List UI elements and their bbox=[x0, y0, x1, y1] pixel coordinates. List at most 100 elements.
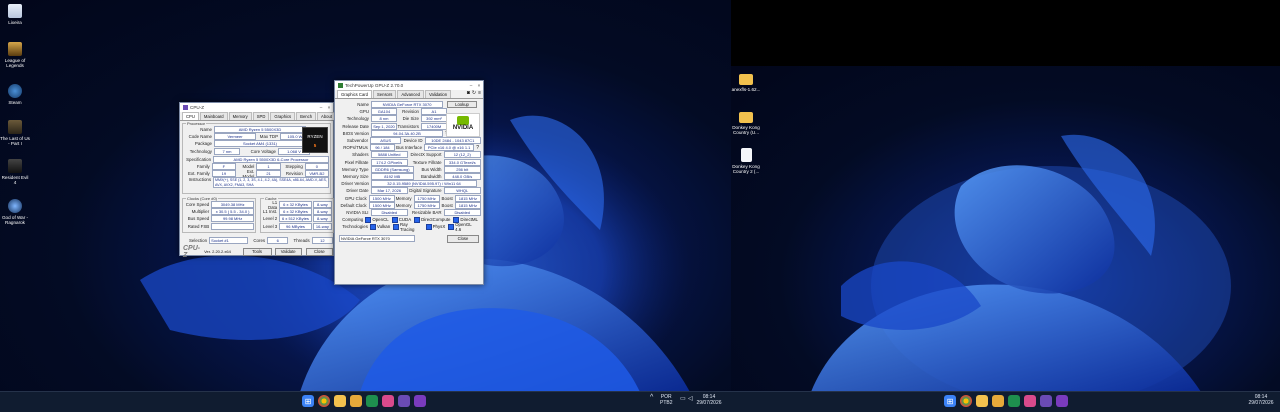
folder-icon bbox=[739, 112, 753, 123]
start-icon[interactable]: ⊞ bbox=[944, 395, 956, 407]
cpuz-titlebar[interactable]: CPU-Z – × bbox=[180, 103, 333, 112]
desktop-icon[interactable]: Lixeira bbox=[0, 4, 30, 25]
desktop-icon-label: Steam bbox=[8, 100, 22, 105]
desktop-icon[interactable]: Donkey Kong Country 2 (... bbox=[731, 148, 761, 174]
resident-evil-4-icon bbox=[8, 159, 22, 173]
revision-value: A1 bbox=[421, 108, 447, 116]
memory-label: Memory bbox=[395, 202, 412, 208]
file-explorer-icon[interactable] bbox=[976, 395, 988, 407]
desktop-icon[interactable]: anexfls-1.62... bbox=[731, 72, 761, 92]
cpuz-brand: CPU-Z bbox=[183, 244, 201, 259]
desktop-icon-label: Donkey Kong Country 2 (... bbox=[732, 164, 760, 174]
tab-mainboard[interactable]: Mainboard bbox=[199, 112, 228, 120]
volume-icon[interactable]: ◁ bbox=[688, 396, 693, 402]
desktop-icon[interactable]: God of War - Ragnarok bbox=[0, 199, 30, 225]
extmodel-value: 21 bbox=[256, 170, 281, 178]
release-label: Release Date bbox=[342, 123, 369, 129]
cpuz-version: Ver. 2.20.2.x64 bbox=[204, 249, 231, 255]
desktop-icon[interactable]: League of Legends bbox=[0, 42, 30, 68]
language-indicator[interactable]: POR PTB2 bbox=[660, 394, 673, 406]
buswidth-label: Bus Width bbox=[421, 166, 442, 172]
group-title: Cache bbox=[264, 196, 278, 201]
selection-dropdown[interactable]: Socket #1 bbox=[209, 237, 248, 245]
cpuz-taskbar-icon[interactable] bbox=[1040, 395, 1052, 407]
desktop-icon-label: God of War - Ragnarok bbox=[1, 215, 29, 225]
spec-label: Specification bbox=[186, 156, 212, 162]
physx-checkbox[interactable]: PhysX bbox=[425, 223, 445, 230]
validate-button[interactable]: Validate bbox=[274, 247, 302, 256]
app-icon[interactable] bbox=[1024, 395, 1036, 407]
vulkan-checkbox[interactable]: Vulkan bbox=[369, 223, 390, 230]
gpuz-taskbar-icon[interactable] bbox=[1056, 395, 1068, 407]
tab-advanced[interactable]: Advanced bbox=[397, 90, 424, 98]
subvendor-value: ASUS bbox=[370, 137, 402, 145]
black-bar-top bbox=[731, 0, 1280, 66]
network-icon[interactable]: ▭ bbox=[680, 396, 686, 402]
app-icon[interactable] bbox=[382, 395, 394, 407]
tab-sensors[interactable]: Sensors bbox=[373, 90, 397, 98]
opengl-checkbox[interactable]: OpenGL 4.6 bbox=[448, 222, 478, 232]
desktop-icon-label: Donkey Kong Country (U... bbox=[732, 125, 760, 135]
corespeed-label: Core Speed bbox=[185, 202, 210, 208]
clock-right[interactable]: 08:14 29/07/2026 bbox=[1247, 394, 1275, 406]
tab-cpu[interactable]: CPU bbox=[182, 112, 199, 120]
tab-memory[interactable]: Memory bbox=[228, 112, 252, 120]
stepping-value: 0 bbox=[304, 163, 330, 171]
busspeed-value: 99.98 MHz bbox=[211, 215, 254, 223]
minimize-icon[interactable]: – bbox=[467, 83, 475, 88]
tab-spd[interactable]: SPD bbox=[252, 112, 270, 120]
close-button[interactable]: Close bbox=[447, 234, 479, 243]
tab-bench[interactable]: Bench bbox=[296, 112, 317, 120]
l2-way: 8-way bbox=[312, 215, 332, 223]
help-icon[interactable]: ? bbox=[474, 145, 481, 151]
spreadsheet-icon[interactable] bbox=[366, 395, 378, 407]
start-icon[interactable]: ⊞ bbox=[302, 395, 314, 407]
folder-icon[interactable] bbox=[992, 395, 1004, 407]
cores-label: Cores bbox=[253, 238, 266, 244]
desktop-icon[interactable]: Steam bbox=[0, 84, 30, 105]
logo-text: RYZEN bbox=[307, 134, 323, 139]
memtype-label: Memory Type bbox=[342, 166, 369, 172]
busspeed-label: Bus Speed bbox=[187, 216, 210, 222]
raytracing-checkbox[interactable]: Ray Tracing bbox=[393, 222, 422, 232]
gpuz-titlebar[interactable]: TechPowerUp GPU-Z 2.70.0 – × bbox=[335, 81, 483, 90]
chrome-icon[interactable] bbox=[318, 395, 330, 407]
camera-icon[interactable]: ◙ bbox=[467, 90, 470, 98]
cpuz-taskbar-icon[interactable] bbox=[398, 395, 410, 407]
close-icon[interactable]: × bbox=[475, 83, 483, 88]
minimize-icon[interactable]: – bbox=[317, 105, 325, 110]
revision-label: Revision bbox=[402, 109, 419, 115]
desktop-icon[interactable]: The Last of Us - Part I bbox=[0, 120, 30, 146]
group-title: Clocks (Core #0) bbox=[186, 196, 219, 201]
menu-icon[interactable]: ≡ bbox=[478, 90, 481, 98]
technology-label: Technology bbox=[189, 148, 212, 154]
desktop-icon[interactable]: Donkey Kong Country (U... bbox=[731, 110, 761, 135]
logo-sub: 5 bbox=[313, 143, 317, 148]
ratedfsb-value bbox=[211, 222, 254, 230]
revision-label: Revision bbox=[285, 171, 303, 177]
instructions-label: Instructions bbox=[188, 177, 212, 183]
release-value: Sep 1, 2020 bbox=[371, 122, 397, 130]
desktop-icon-label: The Last of Us - Part I bbox=[0, 136, 30, 146]
opencl-checkbox[interactable]: OpenCL bbox=[365, 216, 389, 223]
gpuclock-label: GPU Clock bbox=[344, 195, 367, 201]
gpu-select-dropdown[interactable]: NVIDIA GeForce RTX 3070 bbox=[339, 235, 415, 243]
desktop-icon[interactable]: Resident Evil 4 bbox=[0, 159, 30, 185]
file-explorer-icon[interactable] bbox=[334, 395, 346, 407]
driverver-value: 32.0.15.9589 (NVIDIA 595.97) / Win11 64 bbox=[371, 180, 477, 188]
lookup-button[interactable]: Lookup bbox=[447, 101, 477, 109]
tab-graphics-card[interactable]: Graphics Card bbox=[337, 90, 372, 98]
clock-left[interactable]: 08:14 29/07/2026 bbox=[696, 394, 722, 406]
close-icon[interactable]: × bbox=[325, 105, 333, 110]
folder-icon[interactable] bbox=[350, 395, 362, 407]
tab-validation[interactable]: Validation bbox=[425, 90, 452, 98]
tray-chevron-icon[interactable]: ^ bbox=[650, 394, 653, 401]
close-button[interactable]: Close bbox=[305, 247, 333, 256]
spreadsheet-icon[interactable] bbox=[1008, 395, 1020, 407]
chrome-icon[interactable] bbox=[960, 395, 972, 407]
family-value: F bbox=[211, 163, 237, 171]
refresh-icon[interactable]: ↻ bbox=[472, 90, 476, 98]
tools-button[interactable]: Tools bbox=[242, 247, 272, 256]
gpuz-taskbar-icon[interactable] bbox=[414, 395, 426, 407]
tab-graphics[interactable]: Graphics bbox=[270, 112, 296, 120]
